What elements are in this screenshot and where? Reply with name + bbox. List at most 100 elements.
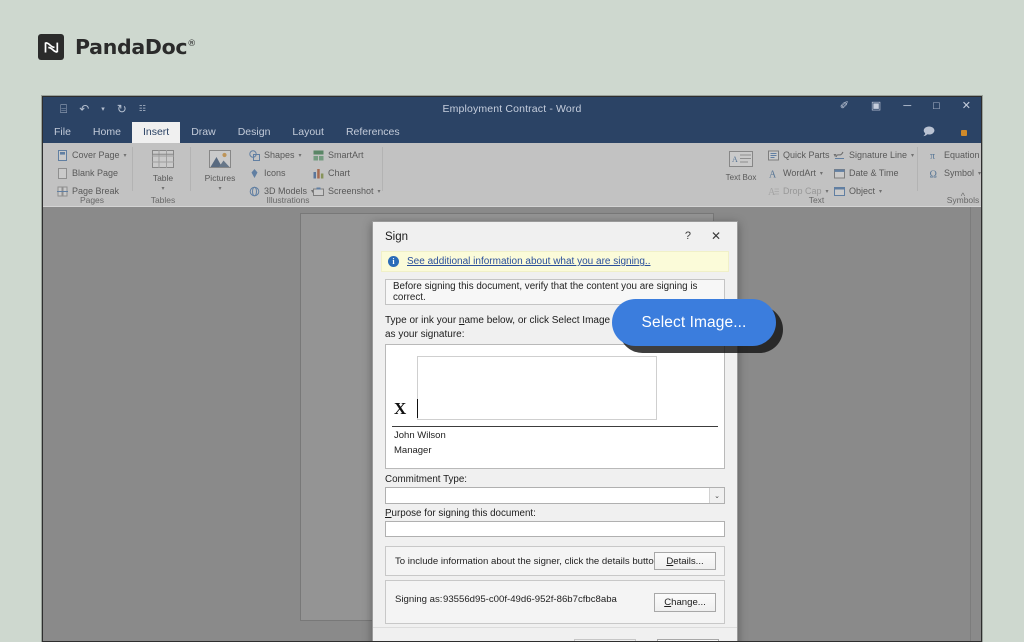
brand-name: PandaDoc®	[75, 35, 196, 59]
ribbon-display-options-icon[interactable]: ▣	[871, 101, 881, 112]
ribbon-group-label-text: Text	[715, 195, 918, 205]
tab-insert[interactable]: Insert	[132, 122, 180, 144]
vertical-scrollbar[interactable]	[970, 207, 971, 641]
signature-line-button[interactable]: Signature Line▾	[834, 148, 914, 163]
change-button-rest: hange...	[671, 597, 706, 608]
table-button[interactable]: Table ▾	[140, 147, 186, 192]
signature-ink-canvas[interactable]	[417, 356, 657, 420]
pictures-button[interactable]: Pictures ▾	[197, 147, 243, 192]
cover-page-button[interactable]: Cover Page ▾	[57, 148, 127, 163]
text-commands-col2[interactable]: Signature Line▾ Date & Time Object▾	[834, 148, 914, 199]
pages-commands[interactable]: Cover Page▾ Blank Page Page Break	[57, 148, 127, 199]
symbol-button[interactable]: Ω Symbol▾	[929, 166, 982, 181]
shapes-button[interactable]: Shapes ▾	[249, 148, 314, 163]
window-controls[interactable]: ✐ ▣ ─ □ ✕	[840, 101, 971, 112]
ink-icon[interactable]: ✐	[840, 101, 849, 112]
ribbon-group-label-illustrations: Illustrations	[193, 195, 383, 205]
icons-button[interactable]: Icons	[249, 166, 314, 181]
ribbon-group-label-pages: Pages	[51, 195, 133, 205]
close-button[interactable]: ✕	[962, 101, 971, 112]
minimize-button[interactable]: ─	[903, 101, 911, 112]
text-box-button[interactable]: A Text Box	[718, 147, 764, 182]
shapes-label: Shapes	[264, 151, 295, 160]
chevron-down-icon[interactable]: ▾	[161, 185, 164, 192]
tab-home[interactable]: Home	[82, 122, 132, 144]
chevron-down-icon[interactable]: ▾	[911, 153, 914, 159]
smartart-icon	[313, 150, 324, 161]
details-button-key: D	[666, 556, 673, 567]
ribbon-group-symbols: π Equation▾ Ω Symbol▾ Symbols	[923, 143, 982, 207]
pandadoc-logo-icon	[38, 34, 64, 60]
illustrations-commands-col1[interactable]: Shapes▾ Icons 3D Models▾	[249, 148, 314, 199]
tab-file[interactable]: File	[43, 122, 82, 144]
chevron-down-icon[interactable]: ▾	[978, 171, 981, 177]
svg-text:π: π	[930, 151, 935, 161]
wordart-icon: A	[768, 168, 779, 179]
quick-parts-icon	[768, 150, 779, 161]
info-bar: i See additional information about what …	[381, 251, 729, 272]
group-separator	[917, 147, 918, 191]
chevron-down-icon[interactable]: ▾	[218, 185, 221, 192]
pictures-label: Pictures	[205, 173, 236, 183]
chart-icon	[313, 168, 324, 179]
details-button[interactable]: Details...	[654, 552, 716, 570]
signature-line-icon	[834, 150, 845, 161]
signing-as-label: Signing as:	[395, 594, 442, 605]
additional-info-link[interactable]: See additional information about what yo…	[407, 256, 651, 267]
chevron-down-icon[interactable]: ▾	[879, 189, 882, 195]
titlebar-secondary-controls[interactable]: 🗩	[923, 123, 967, 142]
change-button[interactable]: Change...	[654, 593, 716, 612]
ribbon-group-pages: Cover Page▾ Blank Page Page Break Pages	[51, 143, 133, 207]
ribbon-tabs[interactable]: File Home Insert Draw Design Layout Refe…	[43, 119, 411, 143]
wordart-label: WordArt	[783, 169, 816, 178]
chevron-down-icon[interactable]: ▾	[124, 153, 127, 159]
cover-page-icon	[57, 150, 68, 161]
collapse-ribbon-icon[interactable]: ^	[961, 191, 965, 201]
chart-label: Chart	[328, 169, 350, 178]
symbols-commands[interactable]: π Equation▾ Ω Symbol▾	[929, 148, 982, 181]
text-commands-col1[interactable]: Quick Parts▾ A WordArt▾ A Drop Cap▾	[768, 148, 837, 199]
comment-icon[interactable]: 🗩	[923, 123, 935, 142]
commitment-type-select[interactable]: ⌄	[385, 487, 725, 504]
tab-draw[interactable]: Draw	[180, 122, 227, 144]
wordart-button[interactable]: A WordArt ▾	[768, 166, 837, 181]
illustrations-commands-col2[interactable]: SmartArt Chart Screenshot▾	[313, 148, 381, 199]
icons-icon	[249, 168, 260, 179]
cover-page-label: Cover Page	[72, 151, 120, 160]
chevron-down-icon[interactable]: ▾	[820, 171, 823, 177]
details-button-rest: etails...	[673, 556, 703, 567]
chevron-down-icon[interactable]: ⌄	[709, 488, 724, 503]
help-button[interactable]: ?	[685, 230, 691, 242]
icons-label: Icons	[264, 169, 286, 178]
blank-page-button[interactable]: Blank Page	[57, 166, 127, 181]
tab-layout[interactable]: Layout	[281, 122, 335, 144]
purpose-label-rest: urpose for signing this document:	[392, 508, 536, 519]
brand-name-text: PandaDoc	[75, 35, 187, 59]
purpose-input[interactable]	[385, 521, 725, 537]
symbol-label: Symbol	[944, 169, 974, 178]
shapes-icon	[249, 150, 260, 161]
chart-button[interactable]: Chart	[313, 166, 381, 181]
quick-parts-button[interactable]: Quick Parts▾	[768, 148, 837, 163]
tab-references[interactable]: References	[335, 122, 411, 144]
close-icon[interactable]: ✕	[711, 229, 721, 243]
blank-page-icon	[57, 168, 68, 179]
details-hint: To include information about the signer,…	[395, 556, 662, 567]
info-icon: i	[388, 256, 399, 267]
date-time-button[interactable]: Date & Time	[834, 166, 914, 181]
signature-prompt-pre: Type or ink your	[385, 315, 459, 326]
equation-button[interactable]: π Equation▾	[929, 148, 982, 163]
dialog-title: Sign	[385, 231, 408, 243]
sign-dialog: Sign ? ✕ i See additional information ab…	[372, 221, 738, 642]
chevron-down-icon[interactable]: ▾	[299, 153, 302, 159]
chevron-down-icon[interactable]: ▾	[378, 189, 381, 195]
ribbon-group-text: A Text Box Quick Parts▾ A WordArt ▾ A	[715, 143, 918, 207]
table-label: Table	[153, 173, 173, 183]
details-panel: To include information about the signer,…	[385, 546, 725, 576]
maximize-button[interactable]: □	[933, 101, 940, 112]
select-image-callout[interactable]: Select Image...	[612, 299, 776, 346]
smartart-button[interactable]: SmartArt	[313, 148, 381, 163]
signature-x-mark: X	[394, 400, 406, 417]
tab-design[interactable]: Design	[227, 122, 282, 144]
signature-input-area[interactable]: X John Wilson Manager	[385, 344, 725, 469]
